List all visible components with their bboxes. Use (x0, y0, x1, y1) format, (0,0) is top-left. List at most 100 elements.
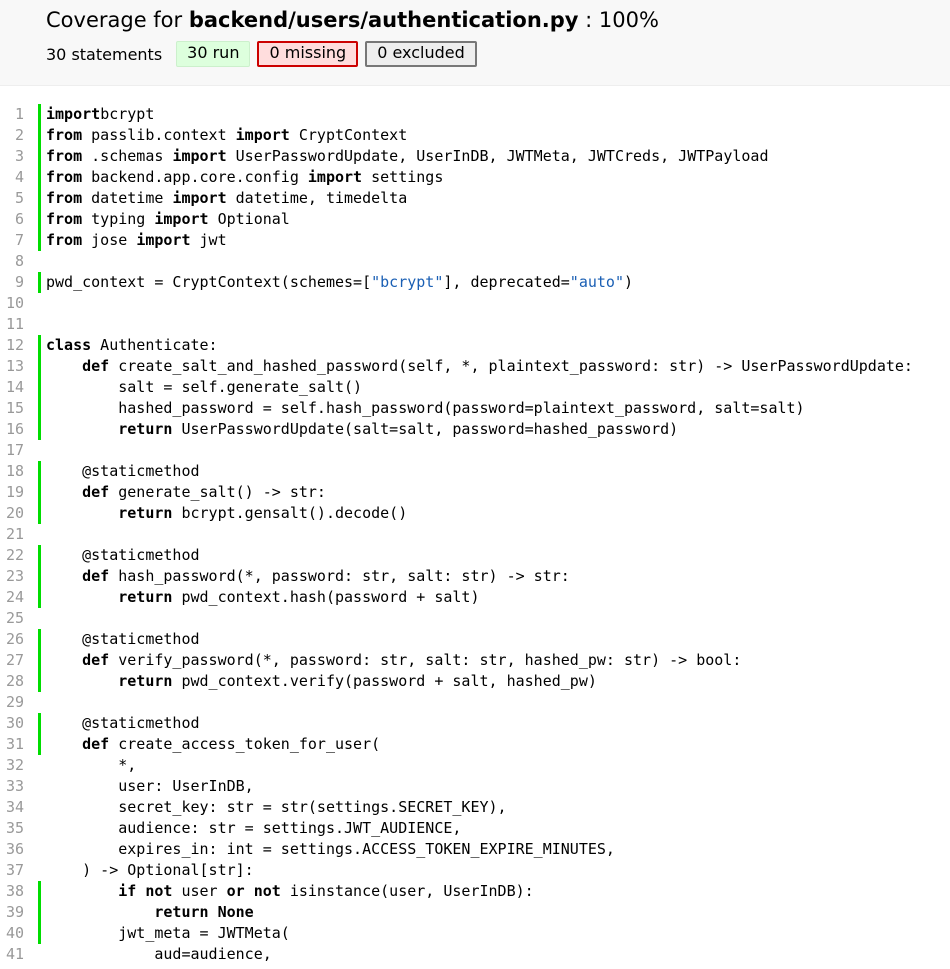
keyword-token: from (46, 210, 83, 228)
line-number[interactable]: 7 (0, 230, 30, 251)
line-code: @staticmethod (38, 629, 950, 650)
line-number[interactable]: 19 (0, 482, 30, 503)
line-number[interactable]: 1 (0, 104, 30, 125)
line-number[interactable]: 27 (0, 650, 30, 671)
line-code: pwd_context = CryptContext(schemes=["bcr… (38, 272, 950, 293)
code-token: jwt (190, 231, 227, 249)
line-number[interactable]: 41 (0, 944, 30, 965)
line-code: if not user or not isinstance(user, User… (38, 881, 950, 902)
coverage-header: Coverage for backend/users/authenticatio… (0, 0, 950, 86)
line-code: hashed_password = self.hash_password(pas… (38, 398, 950, 419)
code-token: jwt_meta = JWTMeta( (46, 924, 290, 942)
keyword-token: return (118, 504, 173, 522)
missing-toggle-button[interactable]: 0 missing (257, 41, 359, 67)
line-code: from typing import Optional (38, 209, 950, 230)
line-number[interactable]: 28 (0, 671, 30, 692)
line-number[interactable]: 36 (0, 839, 30, 860)
source-line: 26 @staticmethod (0, 629, 950, 650)
line-number[interactable]: 33 (0, 776, 30, 797)
line-number[interactable]: 23 (0, 566, 30, 587)
code-token: user (172, 882, 227, 900)
line-number[interactable]: 16 (0, 419, 30, 440)
code-token: @staticmethod (46, 462, 200, 480)
line-number[interactable]: 12 (0, 335, 30, 356)
line-number[interactable]: 6 (0, 209, 30, 230)
source-line: 39 return None (0, 902, 950, 923)
code-token: datetime (82, 189, 173, 207)
line-number[interactable]: 21 (0, 524, 30, 545)
line-code: from jose import jwt (38, 230, 950, 251)
source-line: 40 jwt_meta = JWTMeta( (0, 923, 950, 944)
line-code: secret_key: str = str(settings.SECRET_KE… (38, 797, 950, 818)
line-number[interactable]: 40 (0, 923, 30, 944)
line-number[interactable]: 3 (0, 146, 30, 167)
source-line: 4 from backend.app.core.config import set… (0, 167, 950, 188)
line-number[interactable]: 25 (0, 608, 30, 629)
line-number[interactable]: 30 (0, 713, 30, 734)
line-code: user: UserInDB, (38, 776, 950, 797)
line-number[interactable]: 10 (0, 293, 30, 314)
line-code: def hash_password(*, password: str, salt… (38, 566, 950, 587)
code-token: pwd_context.verify(password + salt, hash… (172, 672, 597, 690)
line-number[interactable]: 20 (0, 503, 30, 524)
source-line: 14 salt = self.generate_salt() (0, 377, 950, 398)
line-code: def create_access_token_for_user( (38, 734, 950, 755)
line-number[interactable]: 26 (0, 629, 30, 650)
line-code: @staticmethod (38, 713, 950, 734)
code-token: .schemas (82, 147, 173, 165)
keyword-token: import (172, 147, 227, 165)
code-token: ) (623, 273, 634, 291)
line-number[interactable]: 35 (0, 818, 30, 839)
line-number[interactable]: 29 (0, 692, 30, 713)
line-number[interactable]: 2 (0, 125, 30, 146)
line-number[interactable]: 22 (0, 545, 30, 566)
line-code: from passlib.context import CryptContext (38, 125, 950, 146)
source-line: 31 def create_access_token_for_user( (0, 734, 950, 755)
code-token: jose (82, 231, 137, 249)
source-line: 6 from typing import Optional (0, 209, 950, 230)
source-line: 29 (0, 692, 950, 713)
keyword-token: import (154, 210, 209, 228)
line-number[interactable]: 8 (0, 251, 30, 272)
run-toggle-button[interactable]: 30 run (176, 41, 251, 67)
line-number[interactable]: 37 (0, 860, 30, 881)
line-number[interactable]: 5 (0, 188, 30, 209)
line-number[interactable]: 13 (0, 356, 30, 377)
code-token: typing (82, 210, 155, 228)
code-token: secret_key: str = str(settings.SECRET_KE… (46, 798, 507, 816)
line-number[interactable]: 15 (0, 398, 30, 419)
string-token: "auto" (569, 273, 624, 291)
line-number[interactable]: 34 (0, 797, 30, 818)
source-line: 10 (0, 293, 950, 314)
line-number[interactable]: 4 (0, 167, 30, 188)
code-token: ) -> Optional[str]: (46, 861, 254, 879)
code-token: settings (362, 168, 444, 186)
source-line: 16 return UserPasswordUpdate(salt=salt, … (0, 419, 950, 440)
code-token: bcrypt (100, 105, 155, 123)
source-line: 18 @staticmethod (0, 461, 950, 482)
keyword-token: from (46, 126, 83, 144)
string-token: "bcrypt" (371, 273, 444, 291)
line-number[interactable]: 38 (0, 881, 30, 902)
line-number[interactable]: 11 (0, 314, 30, 335)
keyword-token: if not (118, 882, 173, 900)
line-number[interactable]: 9 (0, 272, 30, 293)
statements-count: 30 statements (46, 44, 163, 64)
code-token: generate_salt() -> str: (109, 483, 326, 501)
line-number[interactable]: 39 (0, 902, 30, 923)
line-number[interactable]: 18 (0, 461, 30, 482)
source-line: 32 *, (0, 755, 950, 776)
line-number[interactable]: 32 (0, 755, 30, 776)
code-token: salt = self.generate_salt() (46, 378, 363, 396)
source-line: 25 (0, 608, 950, 629)
excluded-toggle-button[interactable]: 0 excluded (365, 41, 477, 67)
line-number[interactable]: 31 (0, 734, 30, 755)
line-number[interactable]: 14 (0, 377, 30, 398)
line-number[interactable]: 17 (0, 440, 30, 461)
line-number[interactable]: 24 (0, 587, 30, 608)
